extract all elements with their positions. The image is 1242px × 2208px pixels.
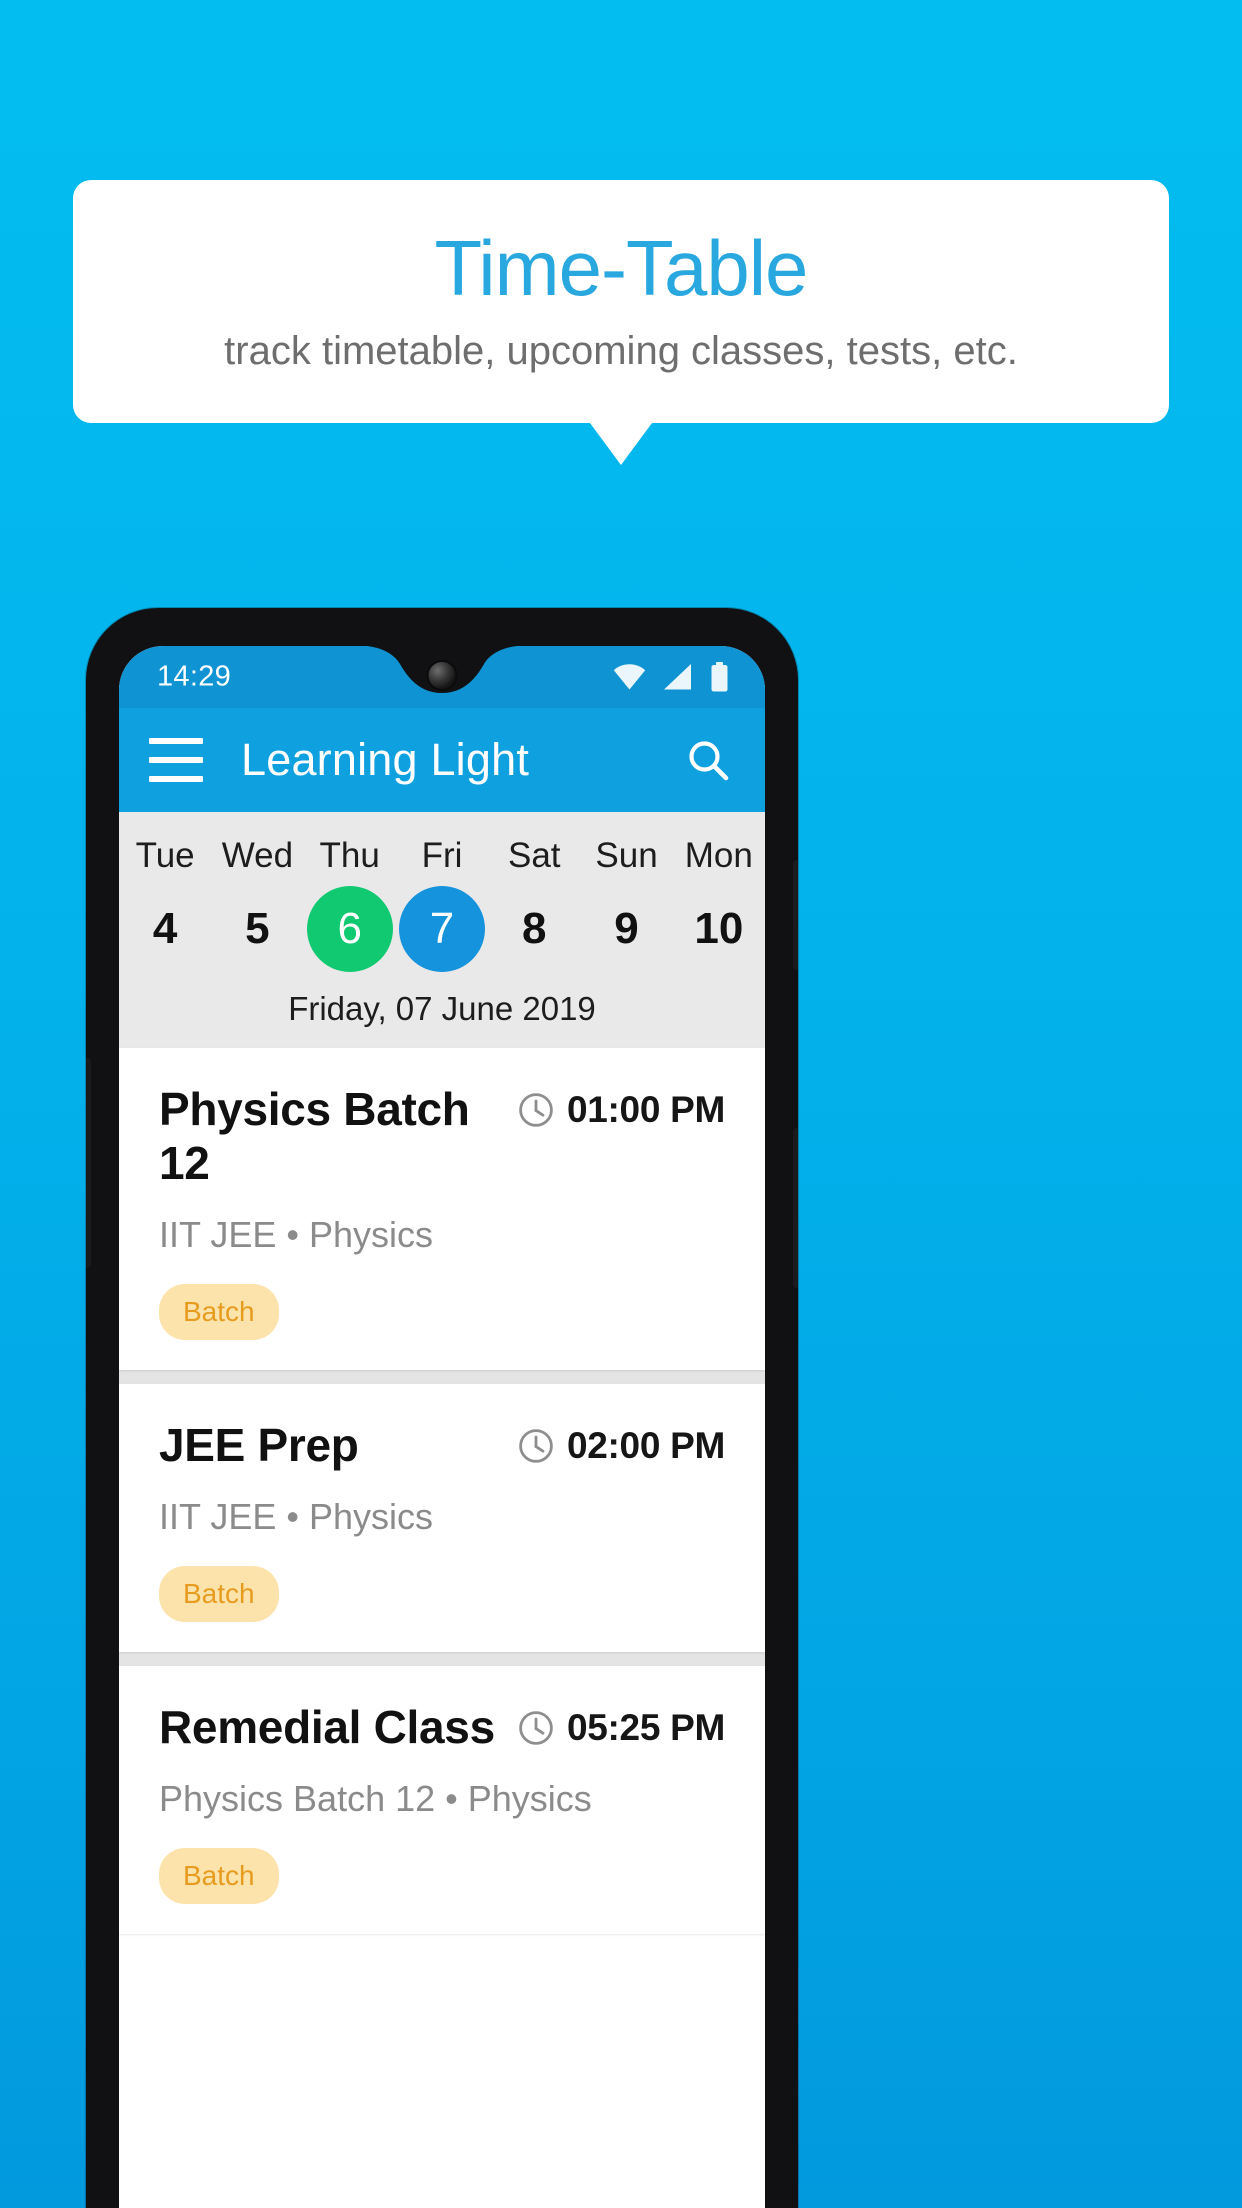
day-name: Fri [421, 836, 463, 875]
class-type-badge: Batch [159, 1848, 279, 1904]
signal-icon [664, 664, 691, 690]
phone-power-button[interactable] [793, 860, 798, 970]
class-title: Remedial Class [159, 1701, 495, 1753]
class-time: 05:25 PM [566, 1707, 725, 1748]
class-card[interactable]: Remedial Class 05:25 PM Physics Batch 12… [119, 1666, 765, 1934]
day-cell-tue[interactable]: Tue 4 [119, 820, 211, 972]
status-clock: 14:29 [157, 660, 232, 693]
day-cell-mon[interactable]: Mon 10 [673, 820, 765, 972]
class-time-group: 02:00 PM [518, 1418, 725, 1467]
clock-icon [519, 1711, 553, 1745]
day-name: Sat [507, 836, 561, 875]
class-title: JEE Prep [159, 1419, 359, 1471]
phone-volume-button[interactable] [793, 1128, 798, 1288]
day-name: Mon [684, 836, 753, 875]
day-number-badge: 5 [214, 886, 300, 972]
day-number-badge: 7 [398, 886, 485, 972]
day-name: Wed [221, 836, 294, 875]
class-title: Physics Batch 12 [159, 1083, 470, 1189]
day-number: 6 [337, 904, 362, 953]
status-icons-group [613, 662, 729, 692]
class-time-group: 01:00 PM [518, 1082, 725, 1131]
promo-subtitle: track timetable, upcoming classes, tests… [224, 329, 1018, 373]
date-strip: Tue 4 Wed 5 Thu 6 Fri 7 Sat 8 Sun 9 Mon … [119, 812, 765, 1048]
day-cell-sat[interactable]: Sat 8 [488, 820, 580, 972]
phone-device-frame: 14:29 Learning Light Tue 4 Wed 5 Thu 6 F… [86, 608, 798, 2208]
hamburger-menu-icon[interactable] [149, 738, 203, 782]
day-number-badge: 8 [491, 886, 577, 972]
class-time: 02:00 PM [566, 1425, 725, 1466]
clock-icon [519, 1429, 553, 1463]
clock-icon [519, 1093, 553, 1127]
class-list: Physics Batch 12 01:00 PM IIT JEE • Phys… [119, 1048, 765, 1934]
day-name: Tue [135, 836, 195, 875]
class-card[interactable]: Physics Batch 12 01:00 PM IIT JEE • Phys… [119, 1048, 765, 1370]
class-card-header: Physics Batch 12 01:00 PM [159, 1082, 725, 1190]
promo-title: Time-Table [434, 224, 809, 312]
battery-icon [711, 662, 728, 692]
class-card-header: JEE Prep 02:00 PM [159, 1418, 725, 1472]
day-cell-fri[interactable]: Fri 7 [396, 820, 488, 972]
day-number: 7 [429, 904, 455, 953]
class-type-badge: Batch [159, 1566, 279, 1622]
class-card-header: Remedial Class 05:25 PM [159, 1700, 725, 1754]
app-bar-title: Learning Light [241, 734, 530, 785]
phone-side-button-left[interactable] [86, 1058, 91, 1268]
class-time: 01:00 PM [566, 1089, 725, 1130]
day-number-badge: 6 [306, 886, 393, 972]
phone-screen: 14:29 Learning Light Tue 4 Wed 5 Thu 6 F… [119, 646, 765, 2208]
class-time-group: 05:25 PM [518, 1700, 725, 1749]
day-name: Thu [319, 836, 380, 875]
status-bar: 14:29 [119, 646, 765, 708]
day-number: 5 [245, 904, 270, 953]
day-number: 10 [694, 904, 744, 953]
week-days-row: Tue 4 Wed 5 Thu 6 Fri 7 Sat 8 Sun 9 Mon … [119, 820, 765, 972]
day-number-badge: 10 [676, 886, 762, 972]
app-bar: Learning Light [119, 708, 765, 812]
day-cell-wed[interactable]: Wed 5 [211, 820, 303, 972]
selected-full-date: Friday, 07 June 2019 [288, 990, 596, 1027]
day-number: 9 [614, 904, 639, 953]
day-cell-thu[interactable]: Thu 6 [304, 820, 396, 972]
class-subtitle: IIT JEE • Physics [159, 1496, 434, 1537]
day-number: 4 [152, 904, 178, 953]
class-subtitle: IIT JEE • Physics [159, 1214, 434, 1255]
wifi-icon [613, 664, 646, 690]
class-subtitle: Physics Batch 12 • Physics [159, 1778, 592, 1819]
promo-callout-card: Time-Table track timetable, upcoming cla… [73, 180, 1169, 423]
promo-callout-tail [590, 423, 652, 465]
day-cell-sun[interactable]: Sun 9 [580, 820, 672, 972]
day-number-badge: 4 [122, 886, 208, 972]
search-icon[interactable] [681, 733, 735, 787]
class-type-badge: Batch [159, 1284, 279, 1340]
front-camera-icon [428, 662, 456, 689]
day-name: Sun [595, 836, 658, 875]
class-card[interactable]: JEE Prep 02:00 PM IIT JEE • Physics Batc… [119, 1384, 765, 1652]
day-number-badge: 9 [584, 886, 670, 972]
day-number: 8 [522, 904, 547, 953]
